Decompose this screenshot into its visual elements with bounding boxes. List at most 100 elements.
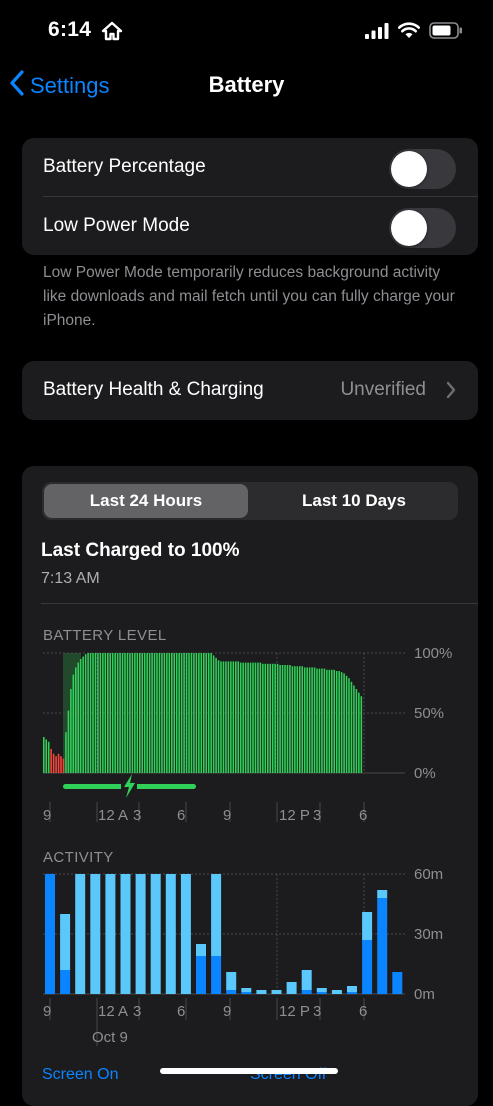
battery-bar bbox=[62, 758, 65, 773]
battery-bar bbox=[82, 656, 84, 773]
battery-level-chart: 100%50%0%9 12 A 3 6 9 12 P36 bbox=[43, 646, 452, 824]
x-tick-label: 3 bbox=[313, 807, 321, 824]
battery-bar bbox=[353, 685, 355, 773]
x-tick-label: 12 A bbox=[98, 1003, 128, 1020]
cellular-signal-icon bbox=[365, 22, 389, 44]
battery-bar bbox=[271, 663, 274, 773]
battery-bar bbox=[313, 667, 316, 773]
battery-bar bbox=[323, 668, 326, 773]
battery-health-value: Unverified bbox=[340, 379, 426, 400]
battery-bar bbox=[116, 653, 119, 773]
battery-bar bbox=[65, 732, 67, 773]
battery-bar bbox=[343, 673, 345, 773]
battery-bar bbox=[215, 657, 217, 773]
battery-bar bbox=[75, 667, 77, 773]
x-tick-label: 12 P bbox=[279, 1003, 310, 1020]
battery-bar bbox=[244, 662, 247, 773]
battery-bar bbox=[291, 666, 294, 773]
battery-bar bbox=[121, 653, 124, 773]
battery-bar bbox=[264, 663, 267, 773]
battery-health-label: Battery Health & Charging bbox=[43, 379, 264, 400]
activity-bar-screen-off bbox=[241, 988, 252, 992]
battery-bar bbox=[161, 653, 163, 773]
battery-bar bbox=[340, 672, 343, 773]
activity-chart: 60m30m0m9 12 A 3 6 9 12 P 3 6Oct 9 bbox=[43, 866, 443, 1046]
time-range-segmented-control: Last 24 Hours Last 10 Days bbox=[42, 482, 458, 520]
battery-bar bbox=[220, 661, 222, 773]
activity-bar-screen-on bbox=[196, 956, 206, 994]
battery-bar bbox=[225, 661, 227, 773]
tab-last-10-days[interactable]: Last 10 Days bbox=[252, 484, 456, 518]
x-tick-label: 9 bbox=[43, 1003, 51, 1020]
battery-bar bbox=[163, 653, 166, 773]
activity-bar-screen-on bbox=[377, 898, 388, 994]
battery-level-title: BATTERY LEVEL bbox=[43, 627, 167, 644]
home-icon bbox=[101, 21, 123, 46]
x-tick-label: 6 bbox=[177, 807, 185, 824]
battery-bar bbox=[111, 653, 114, 773]
activity-bar-screen-off bbox=[135, 874, 146, 994]
battery-bar bbox=[222, 661, 225, 773]
battery-bar bbox=[180, 653, 183, 773]
battery-bar bbox=[143, 653, 146, 773]
activity-bar-screen-off bbox=[120, 874, 131, 994]
activity-bar-screen-on bbox=[211, 956, 222, 994]
battery-bar bbox=[355, 689, 358, 773]
navigation-bar: Settings Battery bbox=[0, 62, 493, 110]
battery-bar bbox=[306, 667, 308, 773]
battery-bar bbox=[301, 666, 304, 773]
low-power-footnote: Low Power Mode temporarily reduces backg… bbox=[43, 264, 455, 329]
x-tick-label: 12 A bbox=[98, 807, 128, 824]
battery-bar bbox=[235, 661, 237, 773]
battery-percentage-toggle[interactable] bbox=[389, 149, 456, 189]
battery-bar bbox=[247, 662, 249, 773]
date-label: Oct 9 bbox=[92, 1029, 128, 1046]
battery-bar bbox=[50, 749, 52, 773]
battery-bar bbox=[43, 737, 45, 773]
activity-bar-screen-off bbox=[226, 972, 237, 990]
x-tick-label: 9 bbox=[223, 1003, 231, 1020]
activity-bar-screen-on bbox=[392, 972, 403, 994]
battery-bar bbox=[328, 669, 331, 773]
low-power-mode-toggle[interactable] bbox=[389, 208, 456, 248]
battery-bar bbox=[168, 653, 171, 773]
tab-last-24-hours[interactable]: Last 24 Hours bbox=[44, 484, 248, 518]
battery-bar bbox=[237, 661, 240, 773]
x-tick-label: 3 bbox=[133, 1003, 141, 1020]
page-title: Battery bbox=[208, 72, 285, 97]
battery-health-row[interactable]: Battery Health & Charging Unverified bbox=[22, 361, 478, 420]
battery-bar bbox=[205, 653, 208, 773]
battery-bar bbox=[289, 665, 291, 773]
activity-bar-screen-on bbox=[316, 992, 327, 994]
battery-bar bbox=[178, 653, 180, 773]
battery-bar bbox=[158, 653, 161, 773]
activity-bar-screen-off bbox=[180, 874, 191, 994]
toggle-knob bbox=[391, 210, 427, 246]
battery-bar bbox=[55, 756, 57, 773]
activity-bar-screen-on bbox=[301, 990, 312, 994]
activity-bar-screen-on bbox=[226, 990, 237, 994]
battery-bar bbox=[338, 671, 340, 773]
x-tick-label: 6 bbox=[359, 807, 367, 824]
y-tick-label: 60m bbox=[414, 866, 443, 883]
activity-bar-screen-off bbox=[165, 874, 176, 994]
last-charged-time: 7:13 AM bbox=[41, 570, 100, 587]
x-tick-label: 6 bbox=[359, 1003, 367, 1020]
battery-bar bbox=[148, 653, 151, 773]
last-charged-title: Last Charged to 100% bbox=[41, 540, 240, 561]
battery-bar bbox=[119, 653, 121, 773]
battery-bar bbox=[195, 653, 198, 773]
status-bar: 6:14 bbox=[0, 0, 493, 62]
battery-bar bbox=[333, 669, 336, 773]
battery-bar bbox=[200, 653, 203, 773]
x-tick-label: 3 bbox=[313, 1003, 321, 1020]
y-tick-label: 0m bbox=[414, 986, 435, 1003]
toggle-knob bbox=[391, 151, 427, 187]
activity-bar-screen-off bbox=[301, 970, 312, 990]
battery-bar bbox=[175, 653, 178, 773]
x-tick-label: 12 P bbox=[279, 807, 310, 824]
battery-bar bbox=[212, 655, 215, 773]
battery-bar bbox=[99, 653, 102, 773]
battery-bar bbox=[284, 665, 286, 773]
battery-bar bbox=[335, 671, 338, 773]
